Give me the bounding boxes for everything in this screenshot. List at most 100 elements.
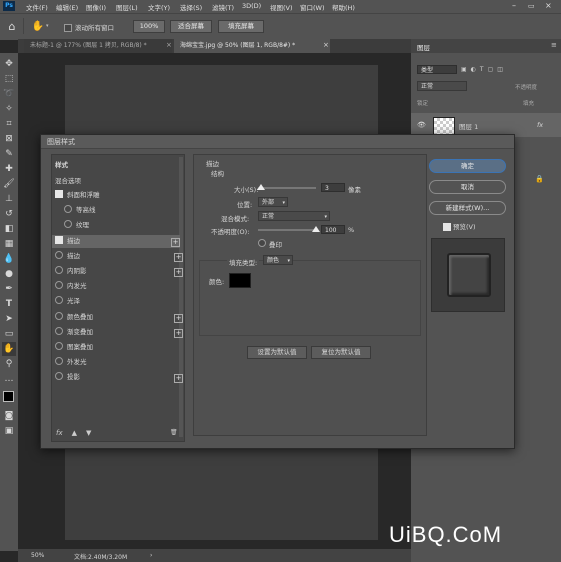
menu-edit[interactable]: 编辑(E) <box>56 2 78 12</box>
type-filter-icon[interactable]: T <box>480 66 484 73</box>
maximize-icon[interactable]: ▭ <box>528 2 535 10</box>
layer-name[interactable]: 图层 1 <box>459 121 478 131</box>
menu-filter[interactable]: 滤镜(T) <box>212 2 234 12</box>
style-checkbox[interactable] <box>55 372 63 381</box>
more-tools-icon[interactable]: … <box>2 372 16 386</box>
gradient-tool-icon[interactable]: ▦ <box>2 237 16 251</box>
tab-spongebob[interactable]: 海绵宝宝.jpg @ 50% (图层 1, RGB/8#) * <box>174 39 330 53</box>
style-checkbox[interactable] <box>55 357 63 366</box>
brush-tool-icon[interactable]: 🖌 <box>2 177 16 191</box>
add-effect-icon[interactable]: + <box>171 237 180 247</box>
style-item[interactable]: 内阴影 + <box>55 265 183 278</box>
tab-close-icon[interactable]: × <box>323 41 329 49</box>
add-effect-icon[interactable]: + <box>174 313 183 323</box>
rectangle-tool-icon[interactable]: ▭ <box>2 327 16 341</box>
menu-view[interactable]: 视图(V) <box>270 2 293 12</box>
style-checkbox[interactable] <box>55 326 63 335</box>
tab-close-icon[interactable]: × <box>166 41 172 49</box>
style-item[interactable]: 外发光 <box>55 356 177 369</box>
frame-tool-icon[interactable]: ⊠ <box>2 132 16 146</box>
size-slider-track[interactable] <box>258 187 316 189</box>
ok-button[interactable]: 确定 <box>429 159 506 173</box>
styles-header[interactable]: 样式 <box>55 159 68 172</box>
cancel-button[interactable]: 取消 <box>429 180 506 194</box>
menu-window[interactable]: 窗口(W) <box>300 2 325 12</box>
clone-stamp-icon[interactable]: ⊥ <box>2 192 16 206</box>
path-selection-icon[interactable]: ➤ <box>2 312 16 326</box>
position-select[interactable]: 外部 ▾ <box>258 197 288 207</box>
visibility-eye-icon[interactable]: 👁 <box>417 121 426 129</box>
eyedropper-icon[interactable]: ✎ <box>2 147 16 161</box>
reset-default-button[interactable]: 复位为默认值 <box>311 346 371 359</box>
style-item[interactable]: 投影 + <box>55 371 183 384</box>
style-checkbox[interactable] <box>64 220 72 229</box>
style-item[interactable]: 等高线 <box>64 204 174 217</box>
style-item[interactable]: 描边 + <box>55 250 183 263</box>
pen-tool-icon[interactable]: ✒ <box>2 282 16 296</box>
layers-panel-title[interactable]: 图层 <box>417 42 430 52</box>
blend-options-item[interactable]: 混合选项 <box>55 175 81 188</box>
opacity-slider-thumb[interactable] <box>312 226 320 232</box>
tab-untitled[interactable]: 未标题-1 @ 177% (图层 1 拷贝, RGB/8) * <box>24 39 172 53</box>
move-up-icon[interactable]: ▲ <box>72 429 77 437</box>
layer-blend-mode-select[interactable]: 正常 <box>417 81 467 91</box>
add-effect-icon[interactable]: + <box>174 268 183 277</box>
close-window-icon[interactable]: × <box>545 1 552 10</box>
menu-help[interactable]: 帮助(H) <box>332 2 355 12</box>
add-effect-icon[interactable]: + <box>174 374 183 384</box>
smart-filter-icon[interactable]: ◫ <box>497 66 503 73</box>
panel-menu-icon[interactable]: ≡ <box>551 41 557 49</box>
foreground-color-swatch[interactable] <box>3 391 14 402</box>
fx-icon[interactable]: fx <box>56 429 63 437</box>
style-checkbox[interactable] <box>55 250 63 259</box>
scroll-all-checkbox[interactable] <box>64 24 72 32</box>
style-item[interactable]: 纹理 <box>64 219 174 232</box>
zoom-tool-icon[interactable]: ⚲ <box>2 357 16 371</box>
style-checkbox[interactable] <box>55 190 63 198</box>
move-tool-icon[interactable]: ✥ <box>2 57 16 71</box>
set-default-button[interactable]: 设置为默认值 <box>247 346 307 359</box>
overprint-checkbox[interactable] <box>258 239 266 247</box>
magic-wand-icon[interactable]: ✧ <box>2 102 16 116</box>
menu-layer[interactable]: 图层(L) <box>116 2 138 12</box>
style-item[interactable]: 描边 + <box>52 234 180 248</box>
fill-screen-button[interactable]: 填充屏幕 <box>218 20 264 33</box>
hand-tool-icon[interactable]: ✋ <box>2 342 16 356</box>
trash-icon[interactable]: 🗑 <box>170 429 178 436</box>
list-scrollbar[interactable] <box>179 157 183 437</box>
style-item[interactable]: 斜面和浮雕 <box>55 189 177 202</box>
size-input[interactable]: 3 <box>321 183 345 192</box>
hand-tool-icon[interactable]: ✋ <box>31 20 45 32</box>
status-arrow-icon[interactable]: › <box>150 552 152 559</box>
type-tool-icon[interactable]: T <box>2 297 16 311</box>
quick-mask-icon[interactable]: ◙ <box>2 409 16 423</box>
zoom-readout[interactable]: 50% <box>31 552 44 559</box>
move-down-icon[interactable]: ▼ <box>86 429 91 437</box>
style-checkbox[interactable] <box>55 266 63 274</box>
zoom-100-button[interactable]: 100% <box>133 20 165 33</box>
preview-checkbox[interactable] <box>443 223 451 231</box>
style-checkbox[interactable] <box>55 281 63 290</box>
menu-type[interactable]: 文字(Y) <box>148 2 170 12</box>
minimize-icon[interactable]: – <box>512 1 516 10</box>
size-slider-thumb[interactable] <box>256 184 265 190</box>
style-checkbox[interactable] <box>55 311 63 320</box>
style-checkbox[interactable] <box>55 342 63 350</box>
crop-tool-icon[interactable]: ⌗ <box>2 117 16 131</box>
style-item[interactable]: 光泽 <box>55 295 177 308</box>
menu-image[interactable]: 图像(I) <box>86 2 106 12</box>
shape-filter-icon[interactable]: ▢ <box>488 66 494 73</box>
add-effect-icon[interactable]: + <box>174 328 183 338</box>
new-style-button[interactable]: 新建样式(W)... <box>429 201 506 215</box>
healing-brush-icon[interactable]: ✚ <box>2 162 16 176</box>
tool-preset-chevron-icon[interactable]: ▾ <box>46 23 49 29</box>
home-icon[interactable]: ⌂ <box>5 20 19 33</box>
blur-tool-icon[interactable]: 💧 <box>2 252 16 266</box>
style-checkbox[interactable] <box>64 205 72 214</box>
fit-screen-button[interactable]: 适合屏幕 <box>170 20 212 33</box>
style-item[interactable]: 图案叠加 <box>55 341 177 354</box>
opacity-input[interactable]: 100 <box>321 225 345 234</box>
stroke-color-swatch[interactable] <box>229 273 251 288</box>
marquee-tool-icon[interactable]: ⬚ <box>2 72 16 86</box>
layer-fx-icon[interactable]: fx <box>537 121 543 129</box>
